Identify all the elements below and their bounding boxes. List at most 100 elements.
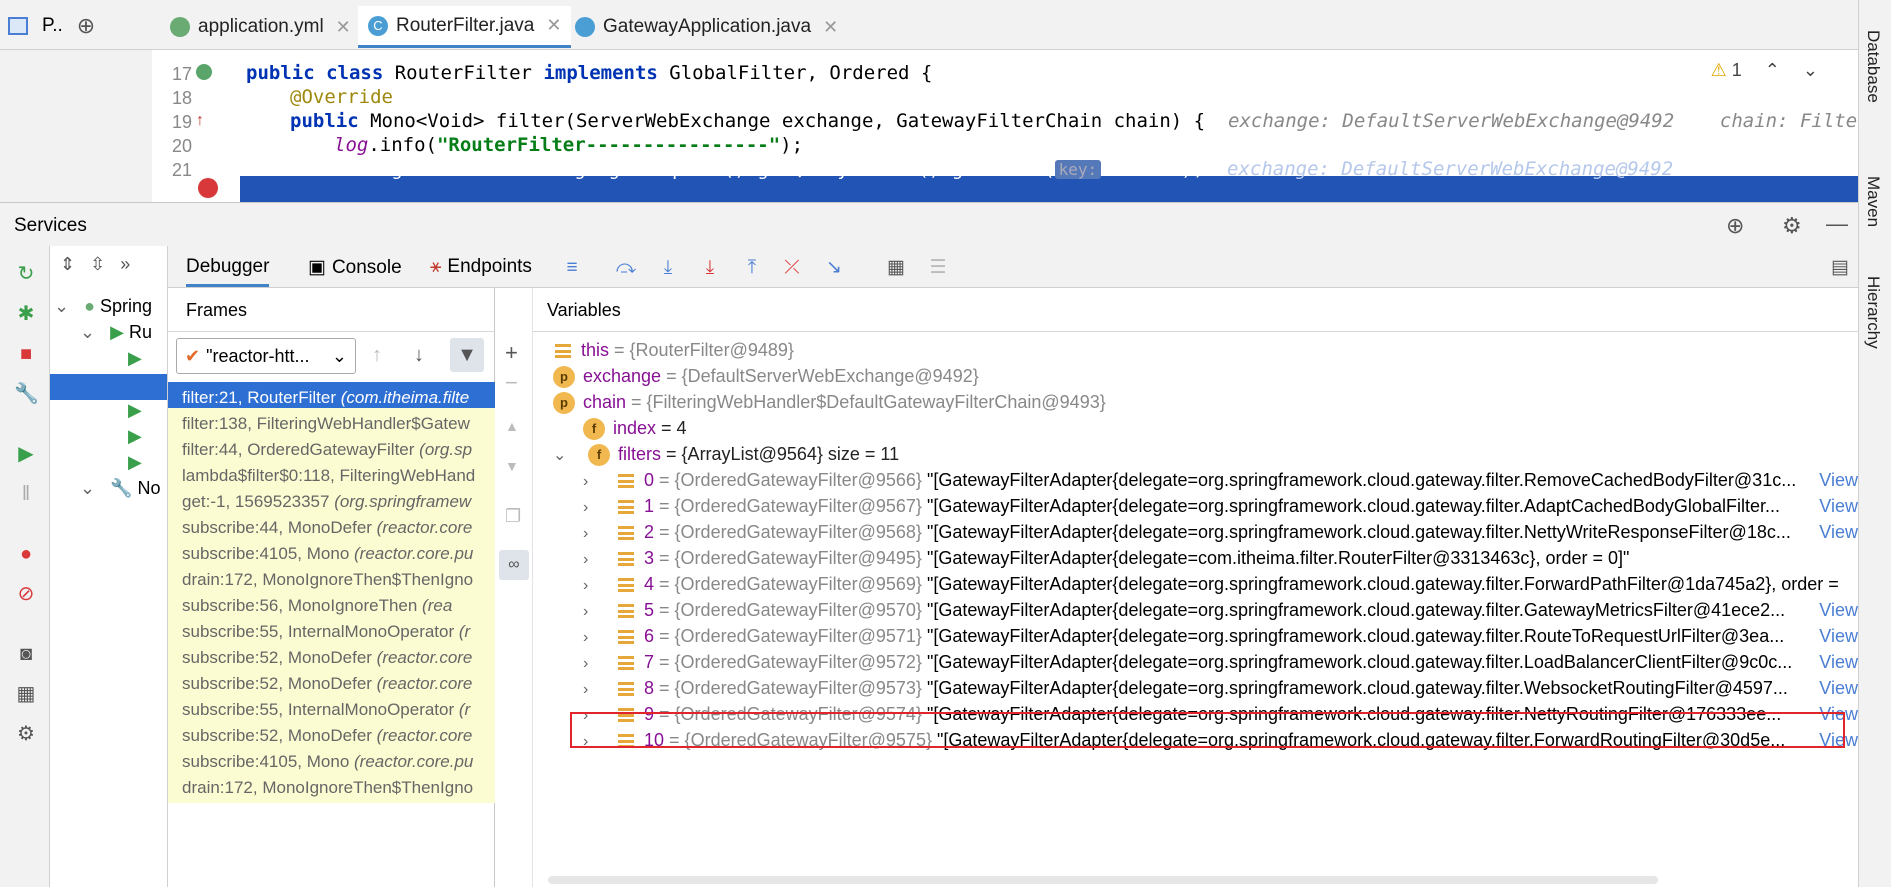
chevron-down-icon[interactable]: ⌄ xyxy=(54,296,69,316)
code-text: ); xyxy=(1181,158,1205,180)
run-icon: ▶ xyxy=(110,322,124,342)
drop-frame-icon[interactable]: ⤫ xyxy=(780,256,804,280)
tree-node-not-started[interactable]: ⌄ 🔧 No xyxy=(80,478,161,499)
variable-name: index xyxy=(613,418,657,438)
frame-package: (reactor.core.pu xyxy=(354,752,474,771)
crosshair-icon[interactable]: ⊕ xyxy=(77,13,95,39)
run-to-cursor-icon[interactable]: ↘ xyxy=(822,256,846,280)
database-tool-button[interactable]: Database xyxy=(1863,30,1883,103)
tab-routerfilter-java[interactable]: C RouterFilter.java ✕ xyxy=(358,6,572,48)
add-watch-icon[interactable]: + xyxy=(505,340,518,366)
debug-icon[interactable]: ✱ xyxy=(14,302,38,326)
frame-method: subscribe:56, MonoIgnoreThen xyxy=(182,596,423,615)
code-string: "token" xyxy=(1101,158,1182,180)
frame-method: drain:172, MonoIgnoreThen$ThenIgno xyxy=(182,570,474,589)
thread-selector[interactable]: ✔ "reactor-htt... ⌄ xyxy=(176,338,356,374)
tree-run-item[interactable]: ▶ xyxy=(128,400,142,421)
code-editor[interactable]: 17 18 19 20 21 ↑ public class RouterFilt… xyxy=(0,50,1858,202)
item-index: 2 xyxy=(644,522,655,542)
mute-breakpoints-icon[interactable]: ⊘ xyxy=(14,582,38,606)
maven-tool-button[interactable]: Maven xyxy=(1863,176,1883,227)
tab-console[interactable]: ▣ Console xyxy=(308,256,402,279)
close-icon[interactable]: ✕ xyxy=(546,15,561,36)
hierarchy-tool-button[interactable]: Hierarchy xyxy=(1863,276,1883,349)
project-label[interactable]: P.. xyxy=(42,15,63,37)
stop-icon[interactable]: ■ xyxy=(14,342,38,366)
step-into-icon[interactable]: ⤓ xyxy=(656,256,680,280)
arrow-up-icon[interactable]: ↑ xyxy=(372,344,382,367)
trace-icon[interactable]: ☰ xyxy=(926,256,950,280)
item-index: 5 xyxy=(644,600,655,620)
tab-application-yml[interactable]: application.yml ✕ xyxy=(160,6,361,48)
glasses-icon[interactable]: ∞ xyxy=(499,550,529,580)
tree-run-item[interactable]: ▶ xyxy=(128,452,142,473)
tree-run-item[interactable]: ▶ xyxy=(128,348,142,369)
settings-icon[interactable]: ⚙ xyxy=(14,722,38,746)
move-up-icon[interactable]: ▲ xyxy=(505,418,519,434)
variable-value: = {DefaultServerWebExchange@9492} xyxy=(661,366,979,386)
code-text: Mono<Void> filter(ServerWebExchange exch… xyxy=(358,110,1206,132)
item-object: = {OrderedGatewayFilter@9570} xyxy=(654,600,927,620)
chevron-down-icon[interactable]: ⌄ xyxy=(1803,60,1818,80)
expand-all-icon[interactable]: ⇕ xyxy=(60,254,75,274)
inspection-widget[interactable]: ⚠ 1 ⌃ ⌄ xyxy=(1711,60,1818,81)
tree-run-item[interactable]: ▶ xyxy=(128,426,142,447)
copy-icon[interactable]: ❐ xyxy=(505,506,521,527)
rerun-icon[interactable]: ↻ xyxy=(14,262,38,286)
view-breakpoints-icon[interactable]: ● xyxy=(14,542,38,566)
collapse-all-icon[interactable]: ⇳ xyxy=(90,254,105,274)
variable-value: = {FilteringWebHandler$DefaultGatewayFil… xyxy=(626,392,1106,412)
layout-icon[interactable]: ▦ xyxy=(14,682,38,706)
services-toolbar: ↻ ✱ ■ 🔧 ▶ ‖ ● ⊘ ◙ ▦ ⚙ xyxy=(0,246,50,887)
minimize-icon[interactable]: — xyxy=(1826,211,1848,237)
chevron-down-icon[interactable]: ⌄ xyxy=(553,440,573,471)
more-icon[interactable]: » xyxy=(120,254,130,274)
force-step-into-icon[interactable]: ⤓ xyxy=(698,256,722,280)
step-over-icon[interactable]: ⤼ xyxy=(614,256,638,280)
crosshair-icon[interactable]: ⊕ xyxy=(1726,213,1744,239)
tree-node-run[interactable]: ⌄ ▶ Ru xyxy=(80,322,152,343)
editor-tab-bar: P.. ⊕ application.yml ✕ C RouterFilter.j… xyxy=(0,0,1858,50)
code-string: "RouterFilter----------------" xyxy=(436,134,781,156)
camera-icon[interactable]: ◙ xyxy=(14,642,38,666)
close-icon[interactable]: ✕ xyxy=(336,17,351,38)
chevron-down-icon[interactable]: ⌄ xyxy=(80,322,95,342)
implementing-icon[interactable] xyxy=(196,64,212,80)
chevron-down-icon: ⌄ xyxy=(331,345,347,366)
horizontal-scrollbar[interactable] xyxy=(548,876,1658,884)
wrench-icon[interactable]: 🔧 xyxy=(14,382,39,406)
frame-method: subscribe:55, InternalMonoOperator xyxy=(182,700,459,719)
chevron-up-icon[interactable]: ⌃ xyxy=(1765,60,1780,80)
line-number: 19 xyxy=(171,112,192,132)
chevron-down-icon[interactable]: ⌄ xyxy=(80,478,95,498)
gear-icon[interactable]: ⚙ xyxy=(1782,213,1802,239)
tab-debugger[interactable]: Debugger xyxy=(186,256,270,287)
remove-watch-icon[interactable]: − xyxy=(505,370,518,396)
tree-node-spring[interactable]: ⌄ ● Spring xyxy=(54,296,152,317)
item-object: = {OrderedGatewayFilter@9567} xyxy=(654,496,927,516)
breakpoint-icon[interactable] xyxy=(198,178,218,198)
code-text: GlobalFilter, Ordered { xyxy=(657,62,933,84)
move-down-icon[interactable]: ▼ xyxy=(505,458,519,474)
evaluate-icon[interactable]: ▦ xyxy=(884,256,908,280)
filter-icon[interactable]: ▼ xyxy=(450,338,484,372)
resume-icon[interactable]: ▶ xyxy=(14,442,38,466)
tab-endpoints[interactable]: ⚹ Endpoints xyxy=(430,256,532,278)
layout-icon[interactable]: ▤ xyxy=(1828,256,1852,280)
pause-icon[interactable]: ‖ xyxy=(14,482,38,506)
tab-label: Debugger xyxy=(186,256,270,277)
frame-item[interactable]: drain:172, MonoIgnoreThen$ThenIgno xyxy=(168,772,495,803)
menu-icon[interactable]: ≡ xyxy=(560,256,584,280)
arrow-down-icon[interactable]: ↓ xyxy=(414,344,424,367)
item-object: = {OrderedGatewayFilter@9573} xyxy=(654,678,927,698)
close-icon[interactable]: ✕ xyxy=(823,17,838,38)
step-out-icon[interactable]: ⤒ xyxy=(740,256,764,280)
frame-method: subscribe:52, MonoDefer xyxy=(182,674,377,693)
project-icon[interactable] xyxy=(8,17,28,35)
frame-method: filter:44, OrderedGatewayFilter xyxy=(182,440,420,459)
override-icon[interactable]: ↑ xyxy=(196,112,210,130)
check-icon: ✔ xyxy=(185,345,201,366)
line-number: 17 xyxy=(171,64,192,84)
tab-gatewayapplication-java[interactable]: GatewayApplication.java ✕ xyxy=(565,6,848,48)
tree-selected-row[interactable] xyxy=(50,374,167,400)
